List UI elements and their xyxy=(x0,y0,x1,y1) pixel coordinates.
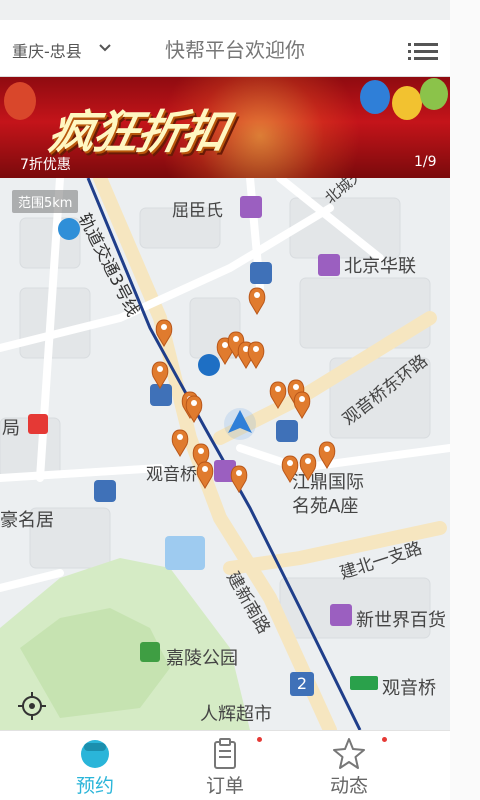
notification-dot xyxy=(382,737,387,742)
user-icon xyxy=(81,740,109,768)
current-location-arrow xyxy=(224,408,256,440)
location-pin[interactable] xyxy=(171,429,189,457)
location-pin[interactable] xyxy=(269,381,287,409)
bottom-tab-bar: 预约 订单 动态 xyxy=(0,730,450,800)
balloon-icon xyxy=(392,86,422,120)
banner-caption: 7折优惠 xyxy=(20,157,71,173)
screen-edge xyxy=(450,0,480,800)
location-pin[interactable] xyxy=(230,465,248,493)
top-bar: 重庆-忠县 快帮平台欢迎你 xyxy=(0,20,450,77)
city-selector[interactable]: 重庆-忠县 xyxy=(12,38,82,62)
map-view[interactable]: 屈臣氏 北城天 北京华联 轨道交通3号线 观音桥东环路 局 观音桥 豪名居 江鼎… xyxy=(0,178,450,730)
location-pin[interactable] xyxy=(299,453,317,481)
location-pin[interactable] xyxy=(185,395,203,423)
tab-label: 动态 xyxy=(329,775,368,797)
menu-icon[interactable] xyxy=(408,42,438,62)
location-pin[interactable] xyxy=(247,341,265,369)
tab-label: 预约 xyxy=(75,775,114,797)
page-title: 快帮平台欢迎你 xyxy=(165,38,305,62)
balloon-icon xyxy=(420,78,448,110)
tab-feed[interactable]: 动态 xyxy=(274,731,424,800)
tab-booking[interactable]: 预约 xyxy=(20,731,170,800)
location-pin[interactable] xyxy=(155,319,173,347)
location-pin[interactable] xyxy=(196,461,214,489)
location-pin[interactable] xyxy=(293,391,311,419)
promo-banner[interactable]: 疯狂折扣 7折优惠 1/9 xyxy=(0,76,450,178)
app: 屈臣氏 北城天 北京华联 轨道交通3号线 观音桥东环路 局 观音桥 豪名居 江鼎… xyxy=(0,0,450,800)
location-pin[interactable] xyxy=(318,441,336,469)
notification-dot xyxy=(257,737,262,742)
chevron-down-icon[interactable] xyxy=(97,40,113,56)
location-pin[interactable] xyxy=(248,287,266,315)
range-badge: 范围5km xyxy=(12,190,79,213)
star-icon xyxy=(333,738,365,769)
banner-headline: 疯狂折扣 xyxy=(43,105,232,159)
balloon-icon xyxy=(360,80,390,114)
clipboard-icon xyxy=(214,738,236,769)
banner-page-indicator: 1/9 xyxy=(414,154,437,170)
location-pin[interactable] xyxy=(281,455,299,483)
balloon-icon xyxy=(4,82,36,120)
pin-layer xyxy=(151,287,336,493)
locate-me-icon[interactable] xyxy=(16,690,48,722)
location-pin[interactable] xyxy=(151,361,169,389)
